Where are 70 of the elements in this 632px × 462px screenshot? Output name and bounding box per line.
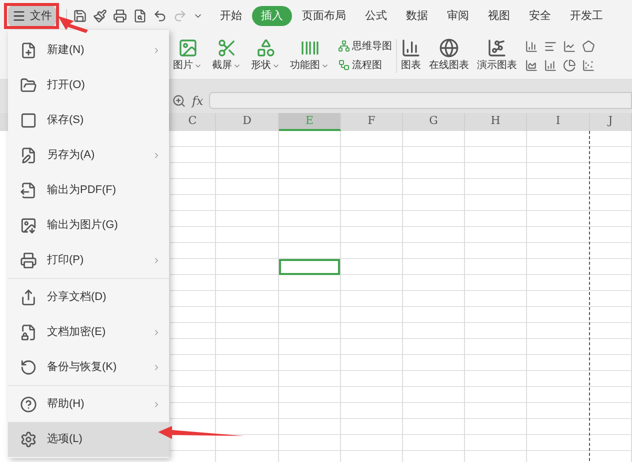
ribbon-tab[interactable]: 数据 xyxy=(397,6,437,26)
file-button[interactable]: 文件 xyxy=(8,6,56,26)
ribbon-item[interactable]: 流程图 xyxy=(352,58,382,72)
ribbon-tab[interactable]: 页面布局 xyxy=(293,6,355,26)
ribbon-tab[interactable]: 视图 xyxy=(479,6,519,26)
menu-item-icon xyxy=(20,147,37,164)
chart-type-icon[interactable] xyxy=(544,58,557,72)
ribbon-tab[interactable]: 公式 xyxy=(356,6,396,26)
chart-type-icon[interactable] xyxy=(582,58,595,72)
ribbon-item[interactable]: 图片 xyxy=(173,58,193,73)
preview-icon[interactable] xyxy=(133,9,147,23)
ribbon-tab[interactable]: 审阅 xyxy=(438,6,478,26)
menu-item-icon xyxy=(20,252,37,269)
save-icon[interactable] xyxy=(73,9,87,23)
chart-type-icon[interactable] xyxy=(563,58,576,72)
brush-icon[interactable] xyxy=(93,9,107,23)
menu-item[interactable]: 保存(S) xyxy=(8,103,169,138)
chart-icon xyxy=(487,38,507,58)
ribbon-item[interactable]: 截屏 xyxy=(212,58,232,73)
menu-item-icon xyxy=(20,217,37,234)
undo-icon[interactable] xyxy=(153,9,167,23)
chart-type-icon[interactable] xyxy=(525,58,538,72)
active-cell[interactable] xyxy=(279,259,340,275)
menu-item[interactable]: 分享文档(D) xyxy=(8,280,169,315)
menu-item-icon xyxy=(20,431,37,448)
menu-item-icon xyxy=(20,182,37,199)
menu-item-icon xyxy=(20,359,37,376)
menu-item[interactable]: 选项(L) xyxy=(8,422,169,457)
menu-item[interactable]: 输出为图片(G) xyxy=(8,208,169,243)
ribbon-item-icon xyxy=(256,38,276,58)
highlight-frame xyxy=(4,3,59,29)
menu-icon xyxy=(12,9,26,23)
ribbon-small-icon xyxy=(338,40,350,52)
ribbon-item[interactable]: 思维导图 xyxy=(352,38,392,54)
menu-item-icon xyxy=(20,42,37,59)
ribbon-tab[interactable]: 安全 xyxy=(520,6,560,26)
menu-item[interactable]: 输出为PDF(F) xyxy=(8,173,169,208)
chart-type-icon[interactable] xyxy=(582,40,595,52)
chart-icon xyxy=(401,38,421,58)
menu-item[interactable]: 帮助(H) xyxy=(8,387,169,422)
function-label[interactable]: fx xyxy=(192,92,204,110)
menu-item-icon xyxy=(20,77,37,94)
chart-type-icon[interactable] xyxy=(544,40,557,52)
ribbon-item[interactable]: 形状 xyxy=(251,58,271,73)
ribbon-item[interactable]: 图表 xyxy=(401,58,421,73)
menu-item[interactable]: 另存为(A) xyxy=(8,138,169,173)
chart-icon xyxy=(439,38,459,58)
menu-item-icon xyxy=(20,324,37,341)
chart-type-icon[interactable] xyxy=(563,40,576,52)
menu-item-icon xyxy=(20,289,37,306)
menu-item[interactable]: 新建(N) xyxy=(8,33,169,68)
ribbon-item[interactable]: 在线图表 xyxy=(429,58,469,73)
annotation-arrow xyxy=(58,16,88,33)
menu-item[interactable]: 打开(O) xyxy=(8,68,169,103)
menu-item[interactable]: 打印(P) xyxy=(8,243,169,278)
formula-input[interactable] xyxy=(209,92,632,109)
ribbon-item[interactable]: 演示图表 xyxy=(477,58,517,73)
ribbon-tab[interactable]: 开发工 xyxy=(561,6,612,26)
ribbon-tab[interactable]: 开始 xyxy=(211,6,251,26)
ribbon-item-icon xyxy=(216,38,236,58)
ribbon-item-icon xyxy=(178,38,198,58)
menu-item-icon xyxy=(20,396,37,413)
menu-item[interactable]: 备份与恢复(K) xyxy=(8,350,169,385)
print-icon[interactable] xyxy=(113,9,127,23)
chart-type-icon[interactable] xyxy=(525,40,538,52)
menu-item-icon xyxy=(20,112,37,129)
zoom-icon[interactable] xyxy=(172,94,186,108)
ribbon-small-icon xyxy=(338,59,350,71)
menu-item[interactable]: 文档加密(E) xyxy=(8,315,169,350)
ribbon-item[interactable]: 功能图 xyxy=(290,58,320,73)
